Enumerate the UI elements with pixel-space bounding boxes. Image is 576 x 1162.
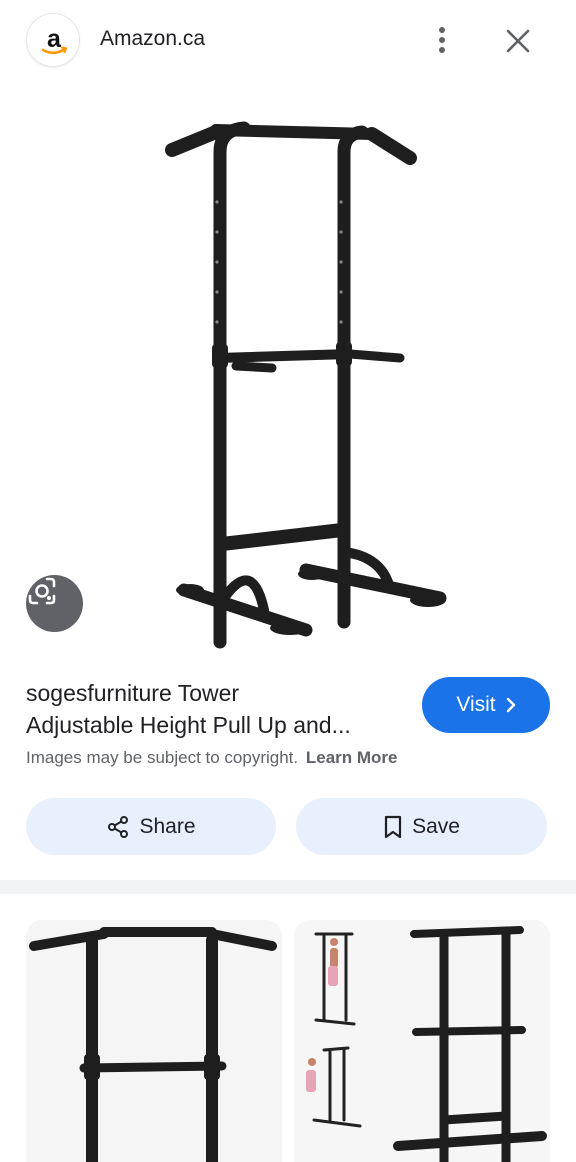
more-vert-icon — [439, 27, 445, 53]
result-title-line1: sogesfurniture Tower — [26, 680, 240, 706]
visit-button[interactable]: Visit — [422, 677, 550, 733]
google-lens-icon — [28, 577, 56, 605]
result-title[interactable]: sogesfurniture Tower Adjustable Height P… — [26, 677, 406, 741]
share-button[interactable]: Share — [26, 798, 276, 855]
close-button[interactable] — [497, 20, 539, 62]
share-icon — [108, 815, 129, 838]
result-title-line2: Adjustable Height Pull Up and... — [26, 712, 351, 738]
save-button[interactable]: Save — [296, 798, 547, 855]
visit-label: Visit — [456, 693, 496, 716]
chevron-right-icon — [506, 697, 515, 713]
bookmark-icon — [384, 815, 402, 838]
close-icon — [506, 29, 530, 53]
copyright-notice: Images may be subject to copyright. Lear… — [26, 748, 398, 768]
svg-text:a: a — [47, 25, 62, 53]
site-name[interactable]: Amazon.ca — [100, 27, 205, 51]
google-lens-button[interactable] — [26, 575, 83, 632]
more-options-button[interactable] — [422, 20, 462, 60]
share-label: Share — [139, 814, 196, 838]
header-bar: a Amazon.ca — [0, 0, 576, 82]
amazon-logo-icon[interactable]: a — [26, 13, 80, 67]
save-label: Save — [412, 814, 460, 838]
learn-more-link[interactable]: Learn More — [306, 748, 398, 767]
copyright-text: Images may be subject to copyright. — [26, 748, 299, 767]
section-divider — [0, 880, 576, 894]
product-image[interactable] — [0, 82, 576, 662]
related-image-2[interactable] — [294, 920, 550, 1162]
related-image-1[interactable] — [26, 920, 282, 1162]
